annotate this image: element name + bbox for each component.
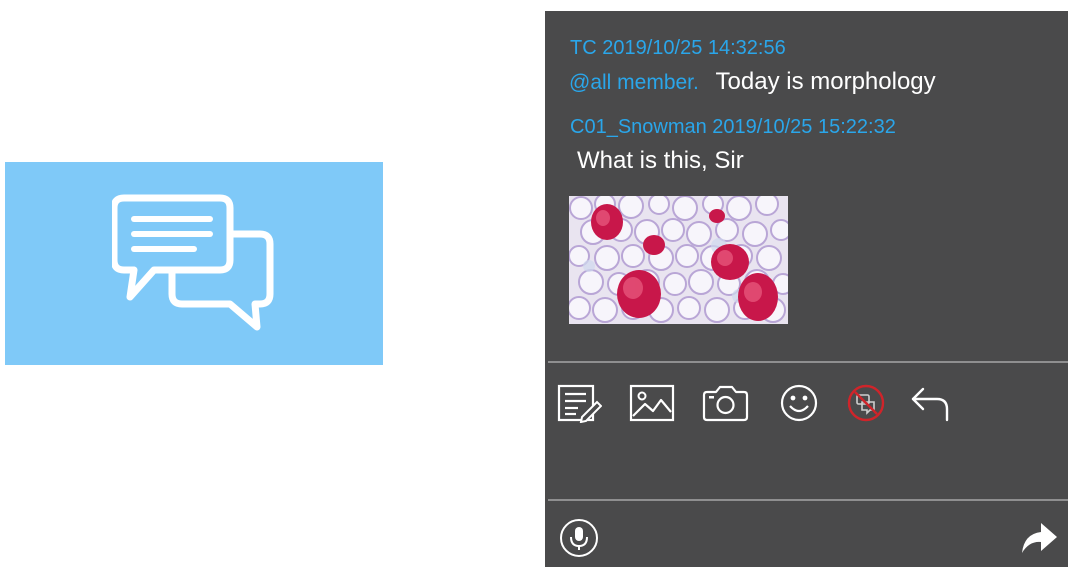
message-header: C01_Snowman 2019/10/25 15:22:32 [570,116,896,138]
message-text: Today is morphology [715,68,936,95]
disable-chat-button[interactable] [842,381,890,425]
camera-button[interactable] [701,381,749,425]
image-button[interactable] [628,381,676,425]
message-image-thumbnail[interactable] [569,196,788,324]
reply-icon [911,387,949,422]
message-body: @all member. Today is morphology [569,68,936,96]
emoji-button[interactable] [775,381,823,425]
image-icon [629,384,675,422]
voice-input-button[interactable] [559,518,599,558]
mention-tag[interactable]: @all member. [569,71,699,94]
camera-icon [702,385,749,422]
send-button[interactable] [1019,520,1059,556]
note-edit-button[interactable] [555,381,603,425]
message-header: TC 2019/10/25 14:32:56 [570,37,786,59]
note-edit-icon [557,384,602,423]
message-text: What is this, Sir [577,147,744,174]
send-icon [1022,523,1057,553]
emoji-icon [780,384,818,422]
chat-bubbles-icon [112,194,274,331]
divider [548,361,1068,363]
microphone-icon [560,519,598,557]
back-button[interactable] [907,381,955,425]
no-chat-icon [847,384,885,422]
chat-panel: TC 2019/10/25 14:32:56 @all member. Toda… [545,11,1068,567]
divider [548,499,1068,501]
